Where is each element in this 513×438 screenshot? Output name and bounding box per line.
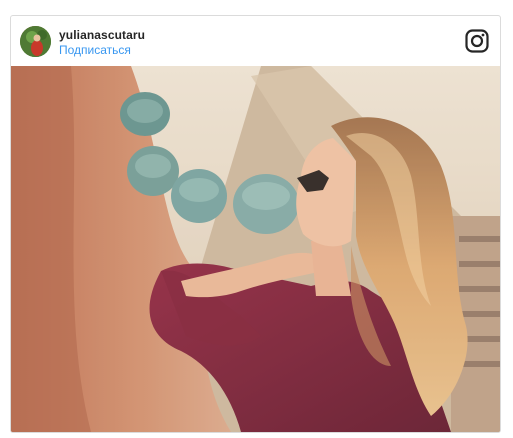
instagram-embed-post: yulianascutaru Подписаться xyxy=(10,15,501,433)
post-header: yulianascutaru Подписаться xyxy=(11,16,500,66)
post-photo[interactable] xyxy=(11,66,500,432)
username-link[interactable]: yulianascutaru xyxy=(59,28,145,42)
user-avatar[interactable] xyxy=(20,26,51,57)
instagram-logo-icon[interactable] xyxy=(465,29,489,53)
follow-button[interactable]: Подписаться xyxy=(59,43,131,57)
